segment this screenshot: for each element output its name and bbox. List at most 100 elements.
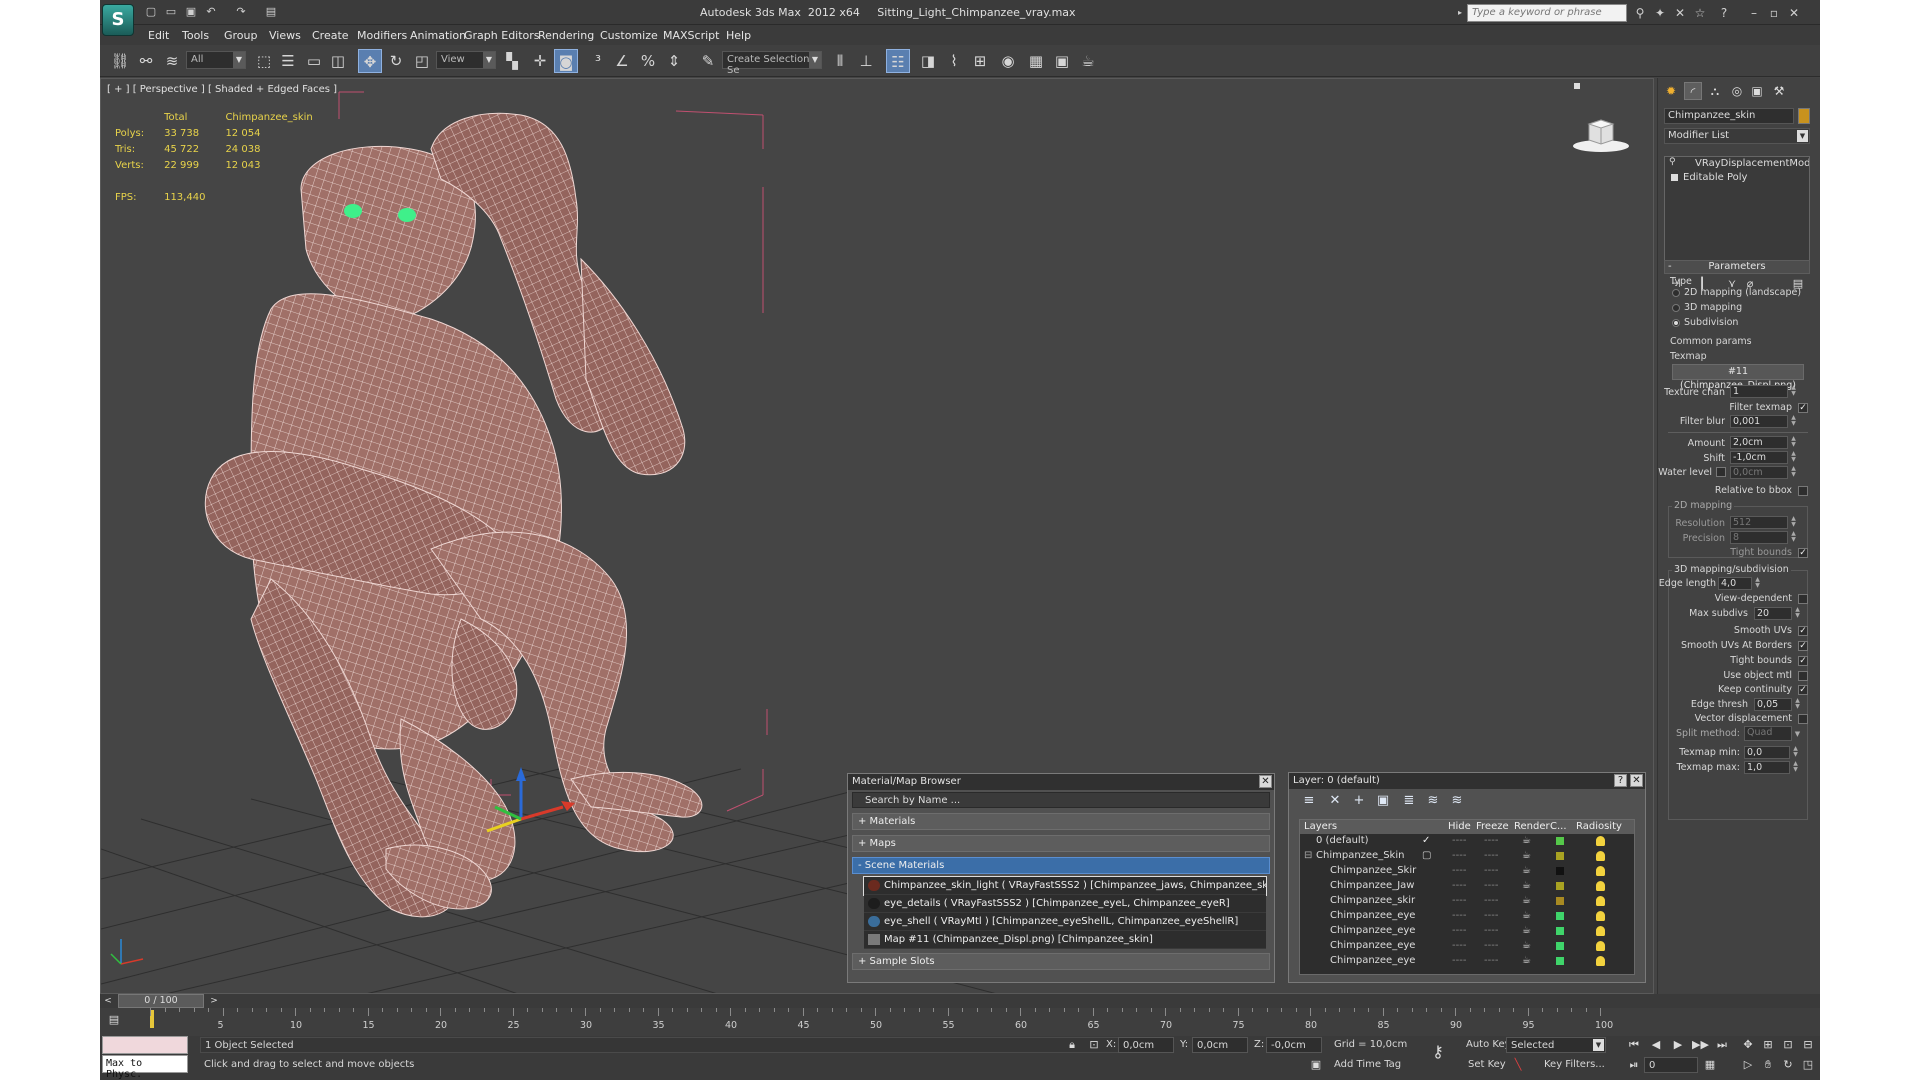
render-teapot-icon[interactable]: ☕ [1522, 895, 1531, 906]
radiosity-bulb-icon[interactable] [1596, 881, 1605, 891]
parameters-rollout[interactable]: - Parameters [1664, 260, 1810, 274]
lightbulb-icon[interactable]: ⚲ [1669, 157, 1676, 167]
key-selection-dropdown[interactable]: Selected ▼ [1506, 1037, 1606, 1053]
rendered-frame-window-icon[interactable]: ▣ [1050, 49, 1074, 73]
edge-thresh-spinner[interactable]: 0,05 [1754, 698, 1792, 711]
smooth-uvs-borders-checkbox[interactable]: ✓ [1798, 641, 1808, 651]
window-crossing-icon[interactable]: ◫ [326, 49, 350, 73]
hide-toggle[interactable]: ---- [1452, 835, 1466, 846]
spinner-arrows-icon[interactable]: ▲ ▼ [1792, 761, 1799, 774]
radiosity-bulb-icon[interactable] [1596, 956, 1605, 966]
spinner-arrows-icon[interactable]: ▲ ▼ [1794, 698, 1801, 711]
viewcube-icon[interactable] [1571, 114, 1631, 154]
add-to-layer-icon[interactable]: + [1351, 793, 1367, 809]
menu-views[interactable]: Views [269, 29, 301, 42]
col-color[interactable]: C... [1550, 821, 1567, 832]
menu-help[interactable]: Help [726, 29, 751, 42]
spinner-arrows-icon[interactable]: ▲ ▼ [1790, 451, 1797, 464]
layer-color-swatch[interactable] [1556, 927, 1564, 935]
object-name-field[interactable]: Chimpanzee_skin [1664, 108, 1794, 124]
spinner-arrows-icon[interactable]: ▲ ▼ [1754, 577, 1761, 590]
key-filters-button[interactable]: Key Filters... [1544, 1059, 1605, 1070]
pan-icon[interactable]: ✋︎ [1760, 1057, 1776, 1073]
time-config-icon[interactable]: ▦ [1702, 1057, 1718, 1073]
render-teapot-icon[interactable]: ☕ [1522, 925, 1531, 936]
menu-customize[interactable]: Customize [600, 29, 658, 42]
utilities-tab-icon[interactable]: ⚒ [1770, 82, 1788, 100]
texture-chan-spinner[interactable]: 1 [1730, 385, 1788, 398]
menu-edit[interactable]: Edit [148, 29, 169, 42]
use-object-mtl-checkbox[interactable] [1798, 671, 1808, 681]
material-editor-icon[interactable]: ◉ [996, 49, 1020, 73]
viewport-label[interactable]: [ + ] [ Perspective ] [ Shaded + Edged F… [107, 84, 337, 95]
link-icon[interactable]: ⛓ [108, 49, 132, 73]
layer-color-swatch[interactable] [1556, 942, 1564, 950]
keyboard-shortcut-override-icon[interactable]: ◙ [554, 49, 578, 73]
auto-key-button[interactable]: Auto Key [1466, 1039, 1511, 1050]
texmap-button[interactable]: #11 (Chimpanzee_Displ.png) [1672, 364, 1804, 391]
key-icon[interactable]: ⚷ [1430, 1044, 1446, 1060]
motion-tab-icon[interactable]: ◎ [1728, 82, 1746, 100]
current-frame-field[interactable]: 0 [1644, 1057, 1698, 1073]
favorites-icon[interactable]: ☆ [1692, 5, 1708, 21]
material-item[interactable]: eye_shell ( VRayMtl ) [Chimpanzee_eyeShe… [864, 913, 1266, 931]
curve-editor-icon[interactable]: ⌇ [942, 49, 966, 73]
named-selection-dropdown[interactable]: Create Selection Se ▼ [722, 51, 822, 76]
layer-color-swatch[interactable] [1556, 882, 1564, 890]
hide-toggle[interactable]: ---- [1452, 880, 1466, 891]
water-level-spinner[interactable]: 0,0cm [1730, 466, 1788, 479]
layer-manager-titlebar[interactable]: Layer: 0 (default) ? ✕ [1289, 773, 1645, 789]
render-production-icon[interactable]: ☕ [1076, 49, 1100, 73]
render-teapot-icon[interactable]: ☕ [1522, 955, 1531, 966]
col-render[interactable]: Render [1514, 821, 1550, 832]
default-tangent-icon[interactable]: ╲ [1510, 1057, 1526, 1073]
go-to-end-icon[interactable]: ⏭ [1714, 1037, 1730, 1053]
absolute-mode-icon[interactable]: ⊡ [1086, 1037, 1102, 1053]
max-subdivs-spinner[interactable]: 20 [1754, 607, 1792, 620]
angle-snap-icon[interactable]: ∠ [610, 49, 634, 73]
help-icon[interactable]: ? [1614, 774, 1627, 787]
maxscript-mini-listener[interactable]: Max to Physc. [102, 1055, 188, 1080]
hide-all-icon[interactable]: ≋ [1425, 793, 1441, 809]
radiosity-bulb-icon[interactable] [1596, 896, 1605, 906]
radiosity-bulb-icon[interactable] [1596, 941, 1605, 951]
checkmark-icon[interactable]: ✓ [1422, 835, 1430, 846]
undo-icon[interactable]: ↶ [204, 5, 218, 19]
open-file-icon[interactable]: ▭ [164, 5, 178, 19]
select-and-rotate-icon[interactable]: ↻ [384, 49, 408, 73]
spinner-arrows-icon[interactable]: ▲ ▼ [1790, 516, 1797, 529]
menu-rendering[interactable]: Rendering [538, 29, 594, 42]
zoom-extents-all-icon[interactable]: ⊟ [1800, 1037, 1816, 1053]
texmap-max-spinner[interactable]: 1,0 [1744, 761, 1790, 774]
radio-2d-mapping[interactable] [1672, 289, 1680, 297]
spinner-arrows-icon[interactable]: ▲ ▼ [1790, 531, 1797, 544]
radiosity-bulb-icon[interactable] [1596, 911, 1605, 921]
select-and-scale-icon[interactable]: ◰ [410, 49, 434, 73]
render-teapot-icon[interactable]: ☕ [1522, 835, 1531, 846]
app-logo-icon[interactable]: S [102, 4, 134, 36]
freeze-toggle[interactable]: ---- [1484, 940, 1498, 951]
menu-animation[interactable]: Animation [410, 29, 466, 42]
object-row[interactable]: Chimpanzee_eye ---- ---- ☕ [1300, 924, 1634, 939]
modifier-list-dropdown[interactable]: Modifier List ▼ [1664, 128, 1810, 144]
keep-continuity-checkbox[interactable]: ✓ [1798, 685, 1808, 695]
pivot-center-icon[interactable]: ▚ [500, 49, 524, 73]
minimize-icon[interactable]: – [1746, 5, 1762, 21]
help-icon[interactable]: ? [1716, 5, 1732, 21]
select-object-icon[interactable]: ⬚ [252, 49, 276, 73]
filter-blur-spinner[interactable]: 0,001 [1730, 415, 1788, 428]
object-row[interactable]: Chimpanzee_skir ---- ---- ☕ [1300, 894, 1634, 909]
maps-group[interactable]: + Maps [852, 835, 1270, 852]
spinner-snap-icon[interactable]: ⇕ [662, 49, 686, 73]
time-slider-thumb[interactable]: 0 / 100 [118, 994, 204, 1008]
modifier-item[interactable]: Editable Poly [1665, 171, 1809, 185]
hierarchy-tab-icon[interactable]: ⛬ [1706, 82, 1724, 100]
close-icon[interactable]: ✕ [1259, 775, 1272, 788]
scene-materials-group[interactable]: - Scene Materials [852, 857, 1270, 874]
z-coordinate-field[interactable]: -0,0cm [1266, 1037, 1322, 1053]
hide-toggle[interactable]: ---- [1452, 850, 1466, 861]
rectangular-selection-icon[interactable]: ▭ [302, 49, 326, 73]
display-tab-icon[interactable]: ▣ [1748, 82, 1766, 100]
selection-filter-dropdown[interactable]: All ▼ [186, 51, 246, 69]
field-of-view-icon[interactable]: ▷ [1740, 1057, 1756, 1073]
